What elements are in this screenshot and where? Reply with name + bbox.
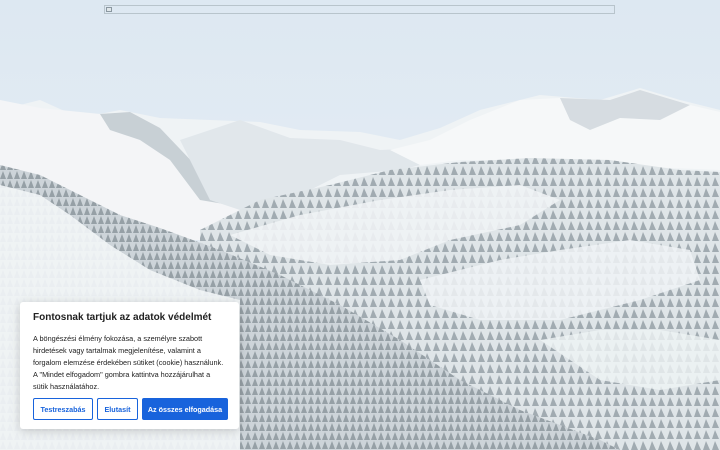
accept-all-button[interactable]: Az összes elfogadása — [142, 398, 228, 420]
consent-title: Fontosnak tartjuk az adatok védelmét — [33, 312, 212, 323]
consent-button-row: Testreszabás Elutasít Az összes elfogadá… — [33, 398, 228, 420]
header-image-placeholder — [104, 5, 615, 14]
consent-description: A böngészési élmény fokozása, a személyr… — [33, 334, 224, 391]
broken-image-icon — [106, 7, 112, 12]
reject-button[interactable]: Elutasít — [97, 398, 138, 420]
cookie-consent-banner: Fontosnak tartjuk az adatok védelmét A b… — [20, 302, 239, 429]
customize-button[interactable]: Testreszabás — [33, 398, 93, 420]
